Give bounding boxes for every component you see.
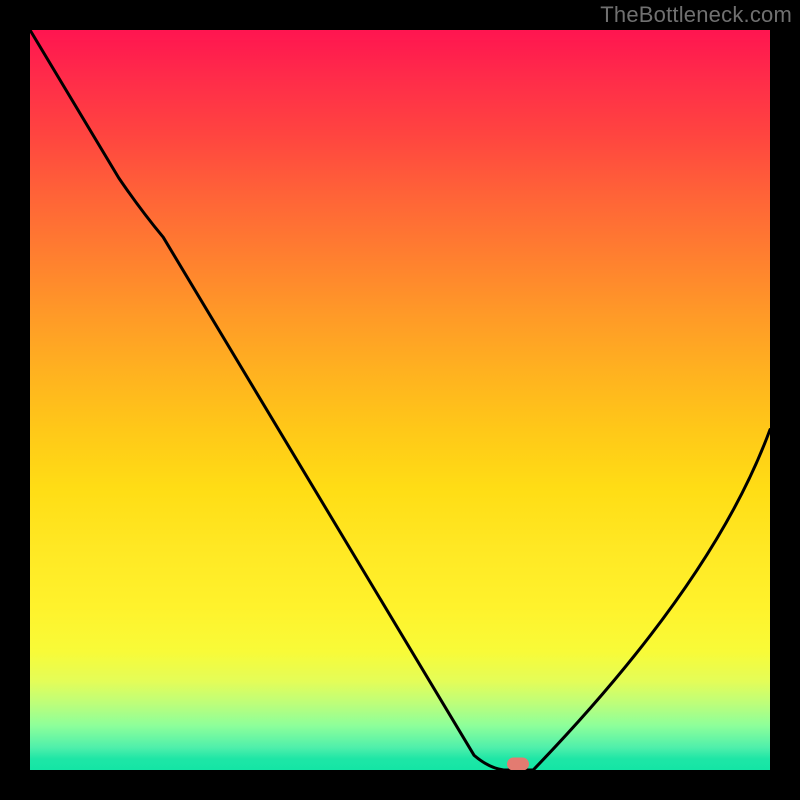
- plot-area: [30, 30, 770, 770]
- curve-path: [30, 30, 770, 770]
- bottleneck-curve: [30, 30, 770, 770]
- optimal-marker: [507, 758, 529, 770]
- watermark-text: TheBottleneck.com: [600, 2, 792, 28]
- chart-container: TheBottleneck.com: [0, 0, 800, 800]
